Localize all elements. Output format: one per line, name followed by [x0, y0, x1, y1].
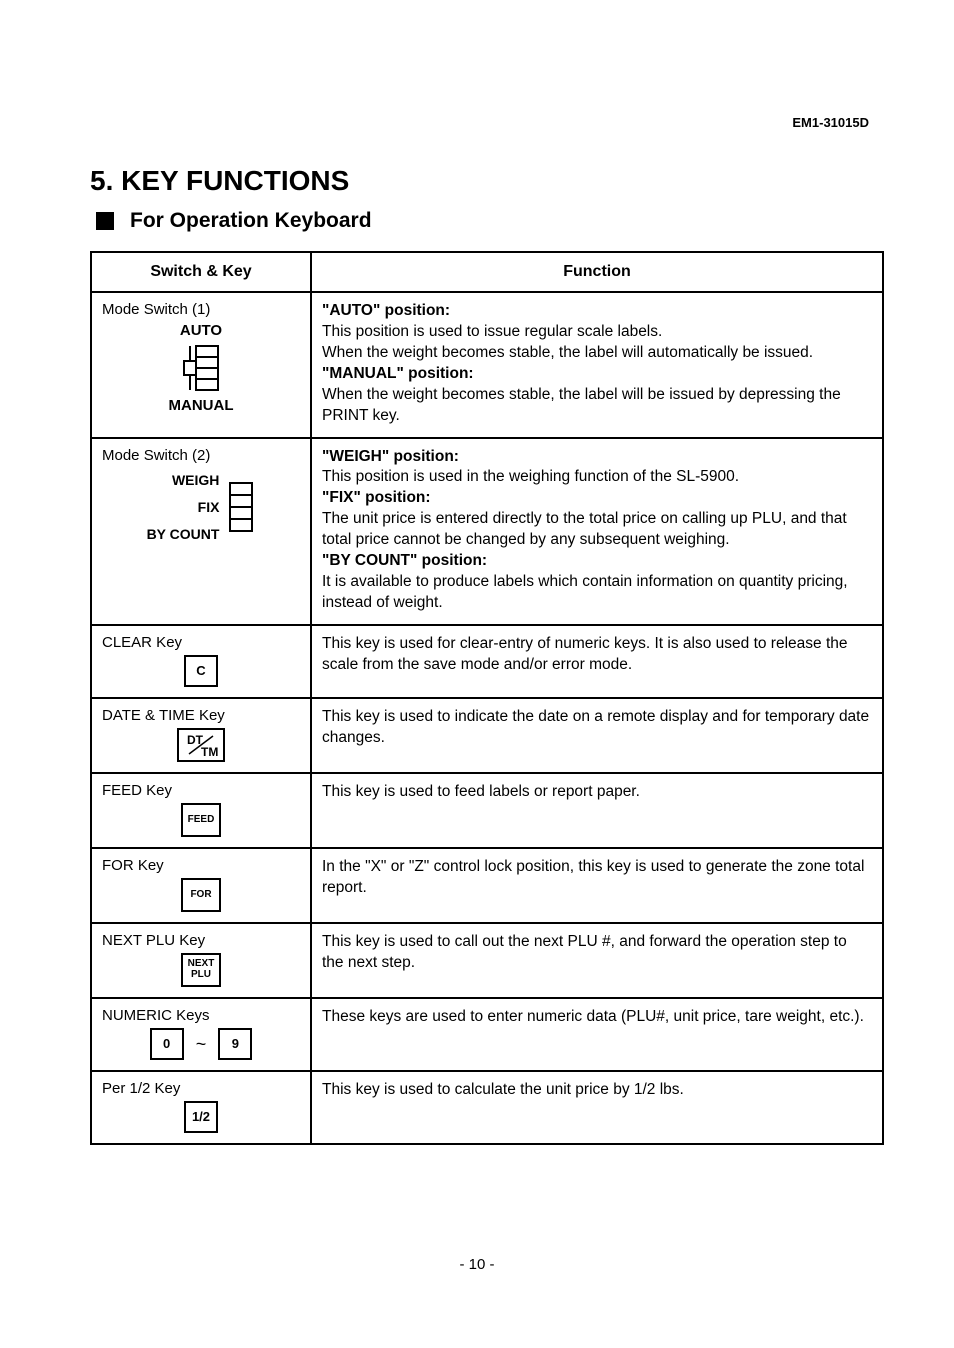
- key-box-dttm: DT TM: [177, 728, 225, 762]
- key-box-0: 0: [150, 1028, 184, 1060]
- key-box-nextplu: NEXT PLU: [181, 953, 221, 987]
- func-text: This position is used to issue regular s…: [322, 323, 662, 340]
- table-row: Mode Switch (2) WEIGH FIX BY COUNT: [91, 438, 883, 625]
- func-text: When the weight becomes stable, the labe…: [322, 344, 813, 361]
- key-name: FOR Key: [102, 857, 300, 874]
- document-id: EM1-31015D: [792, 115, 869, 130]
- key-function-table: Switch & Key Function Mode Switch (1) AU…: [90, 251, 884, 1145]
- key-box-c: C: [184, 655, 218, 687]
- key-box-for: FOR: [181, 878, 221, 912]
- func-text: When the weight becomes stable, the labe…: [322, 386, 841, 424]
- table-row: Per 1/2 Key 1/2 This key is used to calc…: [91, 1071, 883, 1144]
- func-text: The unit price is entered directly to th…: [322, 510, 847, 548]
- table-row: NUMERIC Keys 0 ~ 9 These keys are used t…: [91, 998, 883, 1071]
- key-name: Mode Switch (2): [102, 447, 300, 464]
- table-row: NEXT PLU Key NEXT PLU This key is used t…: [91, 923, 883, 998]
- header-function: Function: [311, 252, 883, 292]
- function-cell: This key is used to feed labels or repor…: [311, 773, 883, 848]
- key-cell-clear: CLEAR Key C: [91, 625, 311, 698]
- key-cell-mode1: Mode Switch (1) AUTO MANUAL: [91, 292, 311, 438]
- func-bold: "MANUAL" position:: [322, 365, 474, 382]
- key-box-half: 1/2: [184, 1101, 218, 1133]
- key-cell-for: FOR Key FOR: [91, 848, 311, 923]
- section-title: 5. KEY FUNCTIONS: [90, 165, 884, 197]
- func-bold: "FIX" position:: [322, 489, 431, 506]
- manual-label: MANUAL: [102, 397, 300, 414]
- svg-text:TM: TM: [201, 745, 218, 758]
- key-name: NUMERIC Keys: [102, 1007, 300, 1024]
- function-cell: In the "X" or "Z" control lock position,…: [311, 848, 883, 923]
- key-box-feed: FEED: [181, 803, 221, 837]
- table-row: DATE & TIME Key DT TM This key is used t…: [91, 698, 883, 773]
- table-row: CLEAR Key C This key is used for clear-e…: [91, 625, 883, 698]
- key-cell-feed: FEED Key FEED: [91, 773, 311, 848]
- table-header-row: Switch & Key Function: [91, 252, 883, 292]
- nextplu-l2: PLU: [191, 970, 211, 981]
- key-name: DATE & TIME Key: [102, 707, 300, 724]
- key-cell-nextplu: NEXT PLU Key NEXT PLU: [91, 923, 311, 998]
- key-cell-dttm: DATE & TIME Key DT TM: [91, 698, 311, 773]
- key-name: NEXT PLU Key: [102, 932, 300, 949]
- switch-icon: [227, 478, 255, 536]
- table-row: Mode Switch (1) AUTO MANUAL: [91, 292, 883, 438]
- func-text: This position is used in the weighing fu…: [322, 468, 739, 485]
- key-box-9: 9: [218, 1028, 252, 1060]
- function-cell: This key is used to calculate the unit p…: [311, 1071, 883, 1144]
- function-cell: This key is used for clear-entry of nume…: [311, 625, 883, 698]
- weigh-label: WEIGH: [147, 472, 220, 488]
- func-bold: "BY COUNT" position:: [322, 552, 487, 569]
- key-cell-mode2: Mode Switch (2) WEIGH FIX BY COUNT: [91, 438, 311, 625]
- key-cell-half: Per 1/2 Key 1/2: [91, 1071, 311, 1144]
- key-name: Per 1/2 Key: [102, 1080, 300, 1097]
- key-cell-numeric: NUMERIC Keys 0 ~ 9: [91, 998, 311, 1071]
- function-cell: This key is used to indicate the date on…: [311, 698, 883, 773]
- table-row: FOR Key FOR In the "X" or "Z" control lo…: [91, 848, 883, 923]
- function-cell: These keys are used to enter numeric dat…: [311, 998, 883, 1071]
- subtitle: For Operation Keyboard: [130, 209, 372, 233]
- dt-tm-icon: DT TM: [183, 732, 219, 758]
- switch-icon: [178, 341, 224, 395]
- bycount-label: BY COUNT: [147, 526, 220, 542]
- fix-label: FIX: [147, 499, 220, 515]
- key-name: CLEAR Key: [102, 634, 300, 651]
- header-switch-key: Switch & Key: [91, 252, 311, 292]
- square-bullet-icon: [96, 212, 114, 230]
- subtitle-row: For Operation Keyboard: [90, 209, 884, 233]
- tilde-icon: ~: [196, 1034, 207, 1055]
- page-number: - 10 -: [0, 1256, 954, 1273]
- func-text: It is available to produce labels which …: [322, 573, 848, 611]
- table-row: FEED Key FEED This key is used to feed l…: [91, 773, 883, 848]
- function-cell: This key is used to call out the next PL…: [311, 923, 883, 998]
- func-bold: "AUTO" position:: [322, 302, 450, 319]
- auto-label: AUTO: [102, 322, 300, 339]
- function-cell: "WEIGH" position: This position is used …: [311, 438, 883, 625]
- function-cell: "AUTO" position: This position is used t…: [311, 292, 883, 438]
- func-bold: "WEIGH" position:: [322, 448, 459, 465]
- key-name: Mode Switch (1): [102, 301, 300, 318]
- key-name: FEED Key: [102, 782, 300, 799]
